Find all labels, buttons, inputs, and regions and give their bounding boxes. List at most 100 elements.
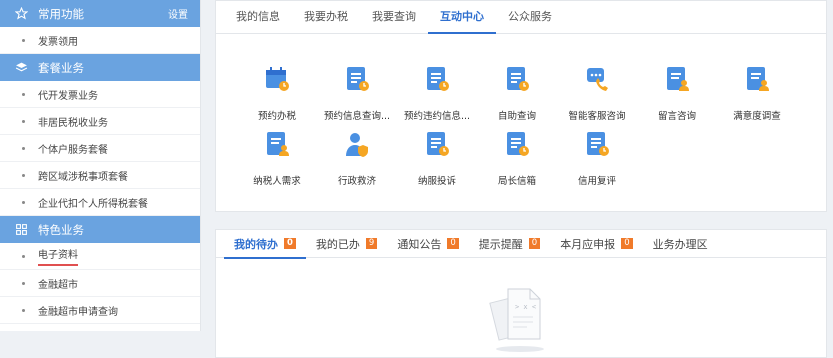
service-label: 预约信息查询... — [323, 111, 391, 122]
tab-monthly-declare[interactable]: 本月应申报 0 — [550, 230, 642, 258]
sidebar-item[interactable]: 企业代扣个人所得税套餐 — [0, 189, 200, 216]
star-icon — [14, 7, 28, 21]
service-message[interactable]: 留言咨询 — [637, 65, 717, 122]
sidebar-item-label: 非居民税收业务 — [38, 117, 108, 129]
sidebar-item-label: 个体户服务套餐 — [38, 144, 108, 156]
tab-query[interactable]: 我要查询 — [360, 0, 428, 33]
service-default-query[interactable]: 预约违约信息... — [397, 65, 477, 122]
tab-tax-handling[interactable]: 我要办税 — [292, 0, 360, 33]
document-user-icon — [667, 67, 689, 91]
tab-my-done[interactable]: 我的已办 9 — [306, 230, 387, 258]
bullet — [22, 281, 25, 285]
document-user-icon — [747, 67, 769, 91]
count-badge: 0 — [284, 238, 296, 249]
interaction-panel: 我的信息 我要办税 我要查询 互动中心 公众服务 预约办税 预约信息查询... … — [215, 0, 827, 212]
tab-business-area[interactable]: 业务办理区 — [643, 230, 718, 258]
sidebar-item-label: 金融超市 — [38, 279, 78, 291]
service-satisfaction[interactable]: 满意度调查 — [717, 65, 797, 122]
document-clock-icon — [507, 132, 529, 156]
service-self-query[interactable]: 自助查询 — [477, 65, 557, 122]
service-label: 局长信箱 — [497, 176, 536, 187]
service-credit-review[interactable]: 信用复评 — [557, 130, 637, 187]
sidebar-item[interactable]: 个体户服务套餐 — [0, 135, 200, 162]
empty-state-icon: > x < — [489, 288, 544, 352]
service-label: 留言咨询 — [657, 111, 696, 122]
section-title: 特色业务 — [38, 222, 84, 237]
service-appointment[interactable]: 预约办税 — [237, 65, 317, 122]
sidebar-item-label: 金融超市申请查询 — [38, 306, 118, 318]
service-label: 纳税人需求 — [253, 176, 301, 187]
service-label: 智能客服咨询 — [568, 111, 626, 122]
service-label: 信用复评 — [577, 176, 616, 187]
section-title: 套餐业务 — [38, 60, 84, 75]
tab-public-service[interactable]: 公众服务 — [496, 0, 564, 33]
service-label: 自助查询 — [497, 111, 536, 122]
tab-label: 业务办理区 — [652, 237, 708, 251]
section-header-featured[interactable]: 特色业务 — [0, 216, 200, 243]
todo-panel: 我的待办 0 我的已办 9 通知公告 0 提示提醒 0 本月应申报 0 业务办理… — [215, 229, 827, 358]
settings-link[interactable]: 设置 — [168, 6, 188, 21]
sidebar-item-label: 企业代扣个人所得税套餐 — [38, 198, 148, 210]
service-admin-relief[interactable]: 行政救济 — [317, 130, 397, 187]
tab-label: 提示提醒 — [478, 237, 523, 251]
layers-icon — [14, 61, 28, 75]
document-clock-icon — [427, 67, 449, 91]
document-user-icon — [267, 132, 289, 156]
count-badge: 0 — [447, 238, 459, 249]
svg-text:> x <: > x < — [515, 303, 536, 311]
bullet — [22, 119, 25, 123]
phone-chat-icon — [587, 68, 608, 91]
tab-label: 我的待办 — [234, 237, 278, 251]
sidebar-item[interactable]: 代开发票业务 — [0, 81, 200, 108]
document-clock-icon — [347, 67, 369, 91]
tab-label: 本月应申报 — [560, 237, 616, 251]
section-header-common[interactable]: 常用功能 设置 — [0, 0, 200, 27]
tab-interaction-center[interactable]: 互动中心 — [428, 0, 496, 34]
bullet — [22, 308, 25, 312]
count-badge: 0 — [621, 238, 633, 249]
service-label: 预约违约信息... — [403, 111, 471, 122]
document-clock-icon — [587, 132, 609, 156]
service-director-mailbox[interactable]: 局长信箱 — [477, 130, 557, 187]
service-label: 行政救济 — [337, 176, 376, 187]
sidebar-item-label: 代开发票业务 — [38, 90, 98, 102]
service-smart-support[interactable]: 智能客服咨询 — [557, 65, 637, 122]
bullet — [22, 254, 25, 258]
top-tabs: 我的信息 我要办税 我要查询 互动中心 公众服务 — [216, 1, 826, 34]
bottom-tabs: 我的待办 0 我的已办 9 通知公告 0 提示提醒 0 本月应申报 0 业务办理… — [216, 230, 826, 259]
document-clock-icon — [507, 67, 529, 91]
user-shield-icon — [346, 133, 368, 157]
bullet — [22, 146, 25, 150]
section-header-packages[interactable]: 套餐业务 — [0, 54, 200, 81]
tab-notices[interactable]: 通知公告 0 — [387, 230, 468, 258]
sidebar-item-invoice-claim[interactable]: 发票领用 — [0, 27, 200, 54]
bullet — [22, 38, 25, 42]
section-title: 常用功能 — [38, 6, 84, 21]
tab-label: 我的已办 — [315, 237, 360, 251]
service-label: 预约办税 — [257, 111, 296, 122]
service-label: 满意度调查 — [733, 111, 781, 122]
bullet — [22, 92, 25, 96]
sidebar-item-label: 电子资料 — [38, 246, 78, 266]
service-taxpayer-demand[interactable]: 纳税人需求 — [237, 130, 317, 187]
calendar-clock-icon — [266, 67, 289, 91]
sidebar-item-e-documents[interactable]: 电子资料 — [0, 243, 200, 270]
bullet — [22, 173, 25, 177]
tab-my-info[interactable]: 我的信息 — [224, 0, 292, 33]
count-badge: 0 — [528, 238, 541, 249]
service-appointment-query[interactable]: 预约信息查询... — [317, 65, 397, 122]
tab-label: 通知公告 — [397, 237, 442, 251]
bullet — [22, 200, 25, 204]
tab-my-todo[interactable]: 我的待办 0 — [224, 230, 306, 259]
tab-reminders[interactable]: 提示提醒 0 — [469, 230, 550, 258]
sidebar-item-label: 跨区域涉税事项套餐 — [38, 171, 128, 183]
grid-icon — [14, 223, 28, 237]
sidebar-item[interactable]: 金融超市 — [0, 270, 200, 297]
sidebar: 常用功能 设置 发票领用 套餐业务 代开发票业务 非居民税收业务 个体户服务套餐… — [0, 0, 201, 331]
sidebar-item[interactable]: 非居民税收业务 — [0, 108, 200, 135]
service-label: 纳服投诉 — [417, 176, 456, 187]
sidebar-item[interactable]: 跨区域涉税事项套餐 — [0, 162, 200, 189]
document-clock-icon — [427, 132, 449, 156]
service-complaint[interactable]: 纳服投诉 — [397, 130, 477, 187]
sidebar-item[interactable]: 金融超市申请查询 — [0, 297, 200, 324]
